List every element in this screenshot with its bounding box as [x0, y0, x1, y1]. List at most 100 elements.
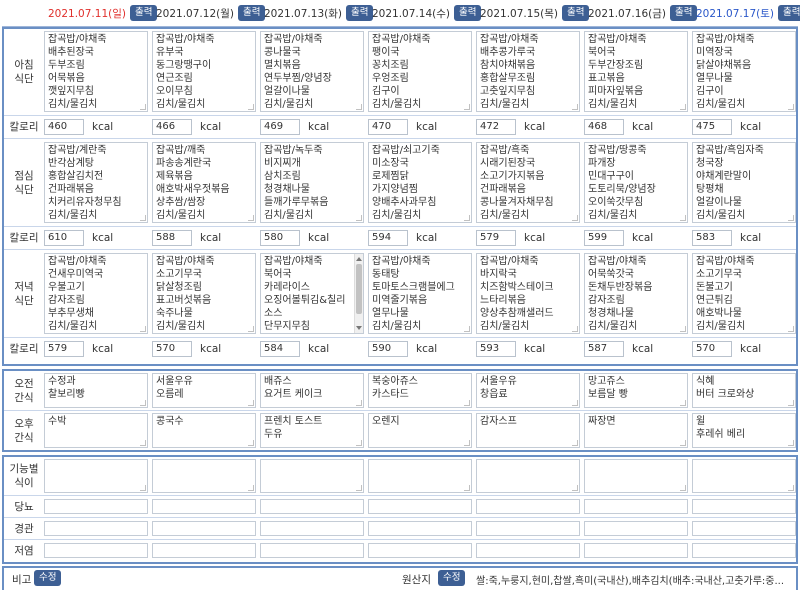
resize-handle-icon[interactable] [680, 400, 686, 406]
resize-handle-icon[interactable] [680, 485, 686, 491]
calorie-input[interactable]: 475 [692, 119, 732, 135]
pm-snack-cell[interactable]: 짜장면 [584, 413, 688, 448]
lunch-menu-cell[interactable]: 잡곡밥/땅콩죽 파개장 민대구구이 도토리묵/양념장 오이쑥갓무침 김치/물김치 [584, 142, 688, 223]
calorie-input[interactable]: 570 [152, 341, 192, 357]
scroll-down-icon[interactable] [356, 326, 362, 330]
calorie-input[interactable]: 468 [584, 119, 624, 135]
functional-diet-cell[interactable] [44, 459, 148, 493]
resize-handle-icon[interactable] [572, 215, 578, 221]
pm-snack-cell[interactable]: 프렌치 토스트 두유 [260, 413, 364, 448]
calorie-input[interactable]: 587 [584, 341, 624, 357]
am-snack-cell[interactable]: 배쥬스 요거트 케이크 [260, 373, 364, 408]
resize-handle-icon[interactable] [464, 215, 470, 221]
am-snack-cell[interactable]: 식혜 버터 크로와상 [692, 373, 796, 408]
calorie-input[interactable]: 580 [260, 230, 300, 246]
low-salt-input[interactable] [368, 543, 472, 558]
resize-handle-icon[interactable] [140, 440, 146, 446]
low-salt-input[interactable] [584, 543, 688, 558]
resize-handle-icon[interactable] [356, 440, 362, 446]
pm-snack-cell[interactable]: 수박 [44, 413, 148, 448]
print-button[interactable]: 출력 [345, 5, 374, 21]
diabetic-input[interactable] [692, 499, 796, 514]
resize-handle-icon[interactable] [788, 215, 794, 221]
diabetic-input[interactable] [44, 499, 148, 514]
resize-handle-icon[interactable] [140, 485, 146, 491]
resize-handle-icon[interactable] [248, 485, 254, 491]
calorie-input[interactable]: 593 [476, 341, 516, 357]
diabetic-input[interactable] [260, 499, 364, 514]
low-salt-input[interactable] [260, 543, 364, 558]
print-button[interactable]: 출력 [129, 5, 158, 21]
resize-handle-icon[interactable] [140, 400, 146, 406]
dinner-menu-cell[interactable]: 잡곡밥/야채죽 건새우미역국 우불고기 감자조림 부추무생채 김치/물김치 [44, 253, 148, 334]
resize-handle-icon[interactable] [356, 215, 362, 221]
calorie-input[interactable]: 594 [368, 230, 408, 246]
resize-handle-icon[interactable] [140, 215, 146, 221]
functional-diet-cell[interactable] [152, 459, 256, 493]
calorie-input[interactable]: 470 [368, 119, 408, 135]
resize-handle-icon[interactable] [248, 440, 254, 446]
resize-handle-icon[interactable] [140, 326, 146, 332]
resize-handle-icon[interactable] [572, 400, 578, 406]
tube-input[interactable] [152, 521, 256, 536]
resize-handle-icon[interactable] [464, 485, 470, 491]
tube-input[interactable] [368, 521, 472, 536]
diabetic-input[interactable] [152, 499, 256, 514]
resize-handle-icon[interactable] [248, 215, 254, 221]
pm-snack-cell[interactable]: 오렌지 [368, 413, 472, 448]
print-button[interactable]: 출력 [237, 5, 266, 21]
resize-handle-icon[interactable] [140, 104, 146, 110]
lunch-menu-cell[interactable]: 잡곡밥/쇠고기죽 미소장국 로제찜닭 가지양념찜 양배추사과무침 김치/물김치 [368, 142, 472, 223]
breakfast-menu-cell[interactable]: 잡곡밥/야채죽 미역장국 닭살야채볶음 열무나물 김구이 김치/물김치 [692, 31, 796, 112]
resize-handle-icon[interactable] [356, 104, 362, 110]
functional-diet-cell[interactable] [692, 459, 796, 493]
resize-handle-icon[interactable] [572, 326, 578, 332]
print-button[interactable]: 출력 [453, 5, 482, 21]
resize-handle-icon[interactable] [248, 104, 254, 110]
diabetic-input[interactable] [584, 499, 688, 514]
origin-edit-button[interactable]: 수정 [438, 570, 466, 586]
lunch-menu-cell[interactable]: 잡곡밥/흑죽 시래기된장국 소고기가지볶음 건파래볶음 콩나물겨자채무침 김치/물김치 [476, 142, 580, 223]
low-salt-input[interactable] [152, 543, 256, 558]
am-snack-cell[interactable]: 망고쥬스 보름달 빵 [584, 373, 688, 408]
dinner-menu-cell[interactable]: 잡곡밥/야채죽 어묵쑥갓국 돈채두반장볶음 감자조림 청경채나물 김치/물김치 [584, 253, 688, 334]
resize-handle-icon[interactable] [788, 440, 794, 446]
resize-handle-icon[interactable] [788, 400, 794, 406]
tube-input[interactable] [260, 521, 364, 536]
diabetic-input[interactable] [368, 499, 472, 514]
tube-input[interactable] [584, 521, 688, 536]
functional-diet-cell[interactable] [368, 459, 472, 493]
tube-input[interactable] [476, 521, 580, 536]
breakfast-menu-cell[interactable]: 잡곡밥/야채죽 북어국 두부간장조림 표고볶음 피마자잎볶음 김치/물김치 [584, 31, 688, 112]
lunch-menu-cell[interactable]: 잡곡밥/깨죽 파송송계란국 제육볶음 애호박새우젓볶음 상추쌈/쌈장 김치/물김치 [152, 142, 256, 223]
resize-handle-icon[interactable] [464, 440, 470, 446]
dinner-menu-cell[interactable]: 잡곡밥/야채죽 소고기무국 돈불고기 연근튀김 애호박나물 김치/물김치 [692, 253, 796, 334]
low-salt-input[interactable] [44, 543, 148, 558]
diabetic-input[interactable] [476, 499, 580, 514]
resize-handle-icon[interactable] [788, 485, 794, 491]
calorie-input[interactable]: 472 [476, 119, 516, 135]
lunch-menu-cell[interactable]: 잡곡밥/계란죽 반각삼계탕 홍합살김치전 건파래볶음 치커리유자청무침 김치/물김치 [44, 142, 148, 223]
scrollbar[interactable] [354, 254, 363, 333]
lunch-menu-cell[interactable]: 잡곡밥/흑임자죽 청국장 야채계란말이 탕평채 얼갈이나물 김치/물김치 [692, 142, 796, 223]
resize-handle-icon[interactable] [464, 400, 470, 406]
dinner-menu-cell[interactable]: 잡곡밥/야채죽 소고기무국 닭살청조림 표고버섯볶음 숙주나물 김치/물김치 [152, 253, 256, 334]
resize-handle-icon[interactable] [680, 104, 686, 110]
am-snack-cell[interactable]: 서울우유 창읍료 [476, 373, 580, 408]
resize-handle-icon[interactable] [788, 326, 794, 332]
resize-handle-icon[interactable] [572, 440, 578, 446]
resize-handle-icon[interactable] [464, 104, 470, 110]
breakfast-menu-cell[interactable]: 잡곡밥/야채죽 콩나물국 멸치볶음 연두부찜/양념장 얼갈이나물 김치/물김치 [260, 31, 364, 112]
resize-handle-icon[interactable] [680, 440, 686, 446]
resize-handle-icon[interactable] [464, 326, 470, 332]
pm-snack-cell[interactable]: 감자스프 [476, 413, 580, 448]
functional-diet-cell[interactable] [584, 459, 688, 493]
calorie-input[interactable]: 579 [44, 341, 84, 357]
print-button[interactable]: 출력 [669, 5, 698, 21]
functional-diet-cell[interactable] [260, 459, 364, 493]
functional-diet-cell[interactable] [476, 459, 580, 493]
scroll-thumb[interactable] [356, 264, 362, 314]
am-snack-cell[interactable]: 수정과 찰보리빵 [44, 373, 148, 408]
calorie-input[interactable]: 579 [476, 230, 516, 246]
calorie-input[interactable]: 584 [260, 341, 300, 357]
